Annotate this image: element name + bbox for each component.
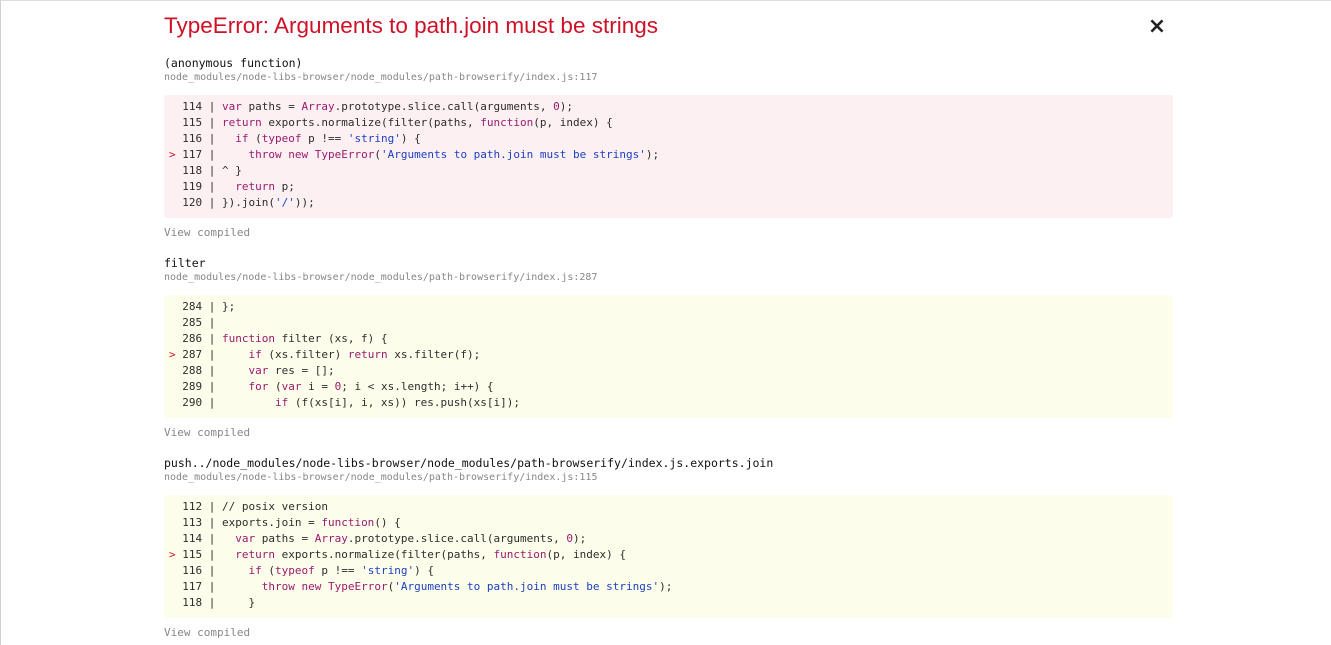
- code-line-highlighted: > 115 | return exports.normalize(filter(…: [169, 548, 626, 561]
- stack-frame: (anonymous function) node_modules/node-l…: [164, 56, 1173, 240]
- code-snippet: 284 | }; 285 | 286 | function filter (xs…: [164, 295, 1173, 418]
- code-line: 113 | exports.join = function() {: [169, 516, 401, 529]
- frame-file-path: node_modules/node-libs-browser/node_modu…: [164, 472, 598, 483]
- code-line: 290 | if (f(xs[i], i, xs)) res.push(xs[i…: [169, 396, 521, 409]
- frame-function-name: (anonymous function): [164, 56, 303, 70]
- code-line: 114 | var paths = Array.prototype.slice.…: [169, 532, 587, 545]
- code-line: 116 | if (typeof p !== 'string') {: [169, 564, 434, 577]
- frame-function-name: filter: [164, 256, 206, 270]
- code-line-highlighted: > 287 | if (xs.filter) return xs.filter(…: [169, 348, 481, 361]
- code-line: 289 | for (var i = 0; i < xs.length; i++…: [169, 380, 494, 393]
- code-line: 112 | // posix version: [169, 500, 328, 513]
- code-line: 286 | function filter (xs, f) {: [169, 332, 388, 345]
- stack-frame: filter node_modules/node-libs-browser/no…: [164, 256, 1173, 440]
- view-compiled-link[interactable]: View compiled: [164, 426, 1173, 440]
- code-line: 116 | if (typeof p !== 'string') {: [169, 132, 421, 145]
- code-snippet: 112 | // posix version 113 | exports.joi…: [164, 495, 1173, 618]
- code-line: 117 | throw new TypeError('Arguments to …: [169, 580, 673, 593]
- close-icon[interactable]: ×: [1147, 14, 1167, 40]
- error-title: TypeError: Arguments to path.join must b…: [164, 13, 658, 38]
- code-line: 284 | };: [169, 300, 236, 313]
- code-line: 120 | }).join('/'));: [169, 196, 315, 209]
- frame-file-path: node_modules/node-libs-browser/node_modu…: [164, 272, 598, 283]
- code-line: 118 | ^ }: [169, 164, 242, 177]
- code-line: 115 | return exports.normalize(filter(pa…: [169, 116, 613, 129]
- code-line-highlighted: > 117 | throw new TypeError('Arguments t…: [169, 148, 660, 161]
- code-line: 119 | return p;: [169, 180, 295, 193]
- code-line: 288 | var res = [];: [169, 364, 335, 377]
- frame-file-path: node_modules/node-libs-browser/node_modu…: [164, 72, 598, 83]
- code-line: 285 |: [169, 316, 216, 329]
- code-line: 114 | var paths = Array.prototype.slice.…: [169, 100, 574, 113]
- stack-frame: push../node_modules/node-libs-browser/no…: [164, 456, 1173, 640]
- view-compiled-link[interactable]: View compiled: [164, 626, 1173, 640]
- view-compiled-link[interactable]: View compiled: [164, 226, 1173, 240]
- code-snippet: 114 | var paths = Array.prototype.slice.…: [164, 95, 1173, 218]
- frame-function-name: push../node_modules/node-libs-browser/no…: [164, 456, 774, 470]
- code-line: 118 | }: [169, 596, 256, 609]
